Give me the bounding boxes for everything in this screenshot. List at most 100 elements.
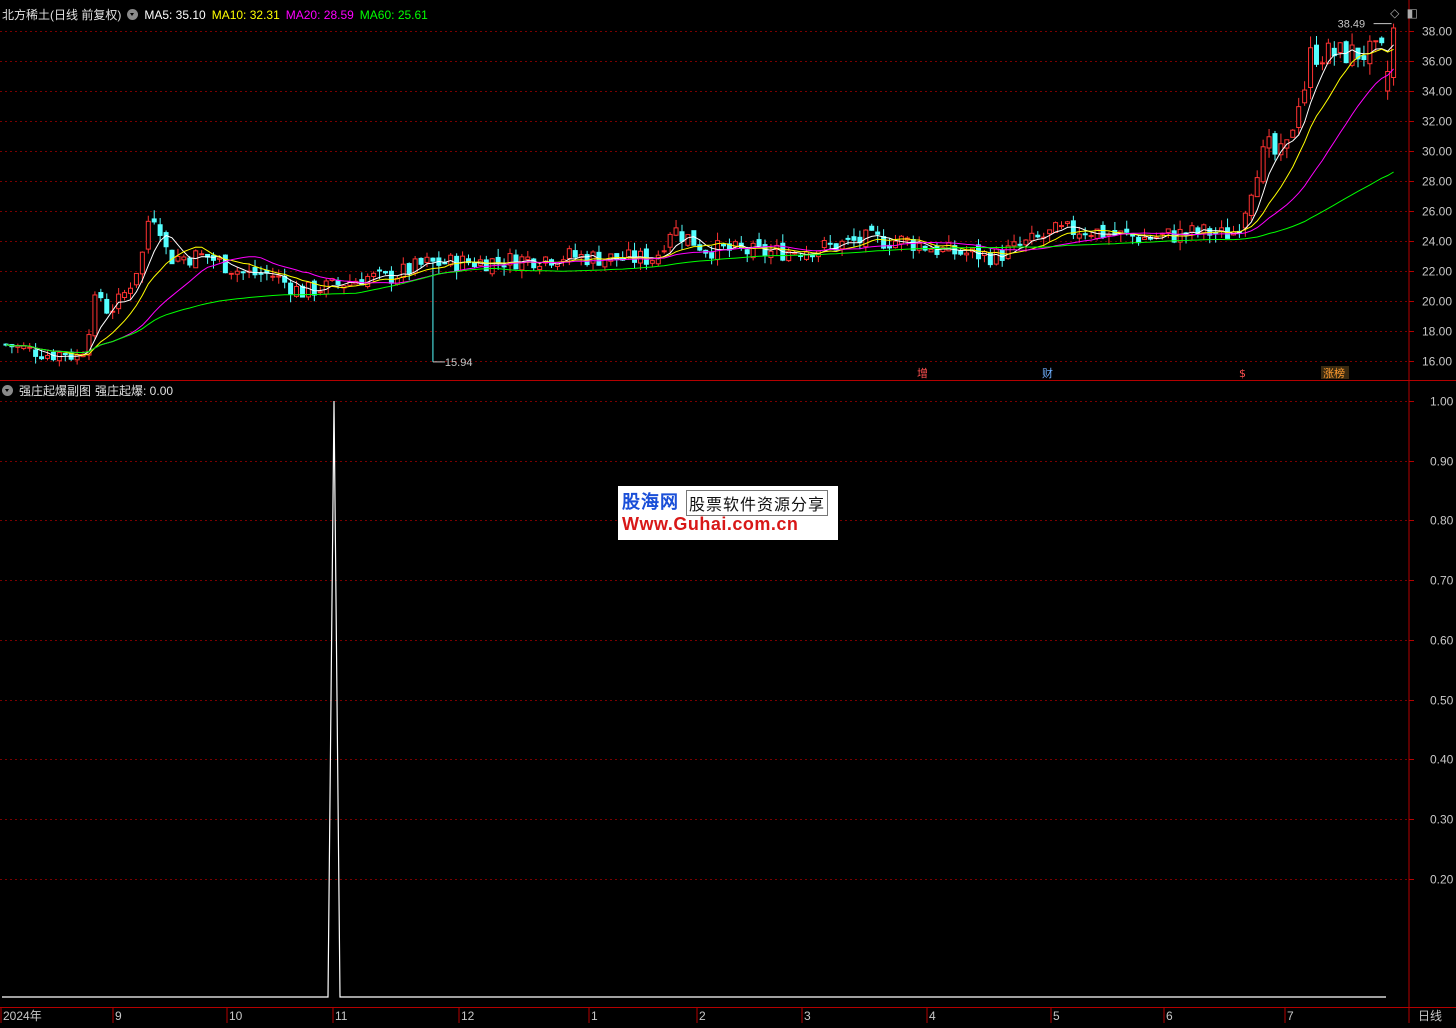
- main-panel-header: 北方稀土(日线 前复权) MA5: 35.10 MA10: 32.31 MA20: 2…: [2, 6, 434, 23]
- candle-body: [1142, 237, 1148, 240]
- candle-body: [234, 270, 240, 275]
- candle-body: [1296, 106, 1302, 129]
- candle-body: [163, 232, 169, 248]
- candle-body: [175, 255, 181, 262]
- candle-body: [1290, 129, 1296, 138]
- candle-body: [1047, 229, 1053, 235]
- candle-body: [661, 250, 667, 253]
- price-tick-label: 30.00: [1422, 145, 1452, 159]
- candle-body: [999, 249, 1005, 261]
- candle-body: [667, 233, 673, 248]
- candle-body: [928, 249, 934, 253]
- candle-body: [1373, 40, 1379, 43]
- candle-body: [744, 249, 750, 255]
- candle-body: [418, 257, 424, 265]
- candle-body: [44, 354, 50, 359]
- candle-body: [1076, 233, 1082, 239]
- sub-panel-header: 强庄起爆副图 强庄起爆: 0.00: [2, 382, 179, 399]
- candle-body: [92, 294, 98, 337]
- candle-body: [537, 265, 543, 271]
- sub-tick-label: 0.60: [1430, 634, 1454, 648]
- candle-body: [1201, 224, 1207, 234]
- candle-body: [1361, 55, 1367, 61]
- time-axis-label: 9: [115, 1009, 122, 1023]
- candle-body: [958, 250, 964, 255]
- candle-body: [39, 356, 45, 360]
- window-toggle-icon[interactable]: ◧: [1407, 6, 1418, 20]
- candle-body: [1165, 228, 1171, 234]
- candle-body: [382, 271, 388, 274]
- candle-body: [845, 237, 851, 240]
- watermark: 股海网 股票软件资源分享 Www.Guhai.com.cn: [618, 486, 838, 540]
- sub-tick-label: 0.40: [1430, 753, 1454, 767]
- event-marker: 增: [917, 366, 928, 380]
- candle-body: [709, 252, 715, 259]
- price-tick-label: 34.00: [1422, 85, 1452, 99]
- sub-tick-label: 0.70: [1430, 574, 1454, 588]
- candle-body: [993, 248, 999, 265]
- candle-body: [673, 227, 679, 236]
- time-axis-label: 2: [699, 1009, 706, 1023]
- candle-body: [720, 243, 726, 247]
- price-tick-label: 20.00: [1422, 295, 1452, 309]
- candle-body: [804, 251, 810, 260]
- candle-body: [193, 250, 199, 269]
- candle-body: [519, 256, 525, 271]
- candle-body: [869, 225, 875, 231]
- candle-body: [792, 252, 798, 255]
- candle-body: [1272, 133, 1278, 155]
- stock-title: 北方稀土(日线 前复权): [2, 8, 122, 22]
- candle-body: [1136, 236, 1142, 244]
- chevron-down-icon[interactable]: [127, 9, 139, 20]
- ma20-line: [5, 68, 1394, 354]
- candle-body: [1088, 235, 1094, 238]
- candle-body: [590, 251, 596, 264]
- diamond-icon[interactable]: ◇: [1390, 6, 1399, 20]
- time-axis-label: 5: [1053, 1009, 1060, 1023]
- candle-body: [216, 257, 222, 260]
- candle-body: [471, 261, 477, 268]
- candle-body: [1017, 243, 1023, 246]
- candle-body: [1379, 37, 1385, 44]
- candle-body: [821, 240, 827, 249]
- ma10-value: MA10: 32.31: [211, 8, 280, 22]
- candle-body: [1242, 212, 1248, 229]
- candle-body: [371, 272, 377, 278]
- candle-body: [1130, 233, 1136, 237]
- candle-body: [946, 242, 952, 252]
- candle-body: [1035, 234, 1041, 238]
- candle-body: [851, 236, 857, 241]
- candle-body: [187, 257, 193, 266]
- chevron-down-icon[interactable]: [2, 385, 13, 396]
- candle-body: [1064, 221, 1070, 225]
- candle-body: [655, 254, 661, 265]
- candle-body: [400, 263, 406, 278]
- sub-tick-label: 0.50: [1430, 694, 1454, 708]
- candle-body: [406, 263, 412, 275]
- low-price-label: 15.94: [445, 357, 473, 369]
- time-axis-label: 4: [929, 1009, 936, 1023]
- event-marker: 涨榜: [1323, 366, 1345, 380]
- candle-body: [1219, 227, 1225, 232]
- watermark-slogan: 股票软件资源分享: [686, 490, 829, 516]
- ma10-line: [5, 48, 1394, 356]
- candle-body: [827, 242, 833, 245]
- time-axis-label: 7: [1287, 1009, 1294, 1023]
- time-axis-label: 6: [1166, 1009, 1173, 1023]
- candle-body: [270, 275, 276, 278]
- time-axis-label: 1: [591, 1009, 598, 1023]
- ma60-line: [5, 171, 1394, 354]
- candle-body: [62, 353, 68, 356]
- candle-body: [649, 260, 655, 264]
- candle-body: [916, 242, 922, 251]
- candle-body: [1266, 136, 1272, 149]
- candle-body: [1248, 194, 1254, 217]
- high-price-label: 38.49: [1338, 19, 1366, 31]
- candle-body: [1059, 225, 1065, 228]
- candle-body: [116, 293, 122, 310]
- price-tick-label: 32.00: [1422, 115, 1452, 129]
- candle-body: [1254, 177, 1260, 198]
- stock-chart-window: 38.00 36.00 34.00 32.00 30.00 28.00 26.00 24.00…: [0, 0, 1456, 1023]
- candle-body: [1053, 222, 1059, 233]
- period-label[interactable]: 日线: [1418, 1007, 1442, 1024]
